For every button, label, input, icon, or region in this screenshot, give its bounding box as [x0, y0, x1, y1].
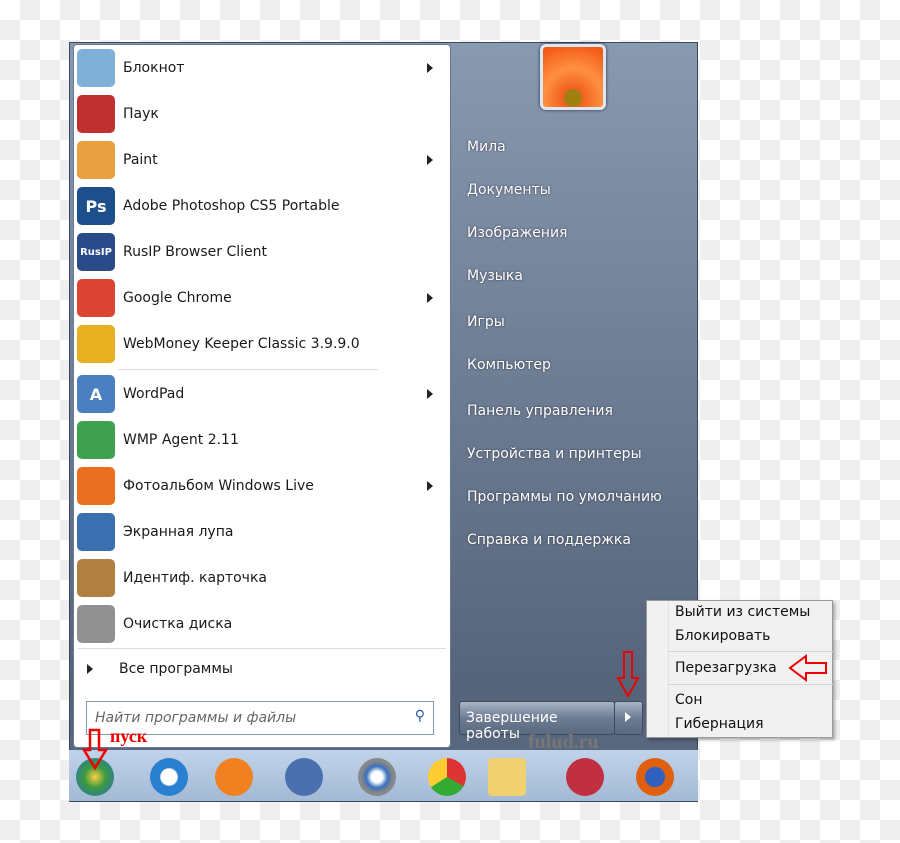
start-annotation: пуск: [110, 726, 148, 746]
red-arrow-down-icon: [616, 651, 640, 699]
watermark: fulud.ru: [528, 731, 599, 753]
red-arrow-left-icon: [788, 654, 827, 682]
red-arrow-down-icon: [81, 728, 109, 771]
annotation-arrows: [81, 651, 827, 771]
